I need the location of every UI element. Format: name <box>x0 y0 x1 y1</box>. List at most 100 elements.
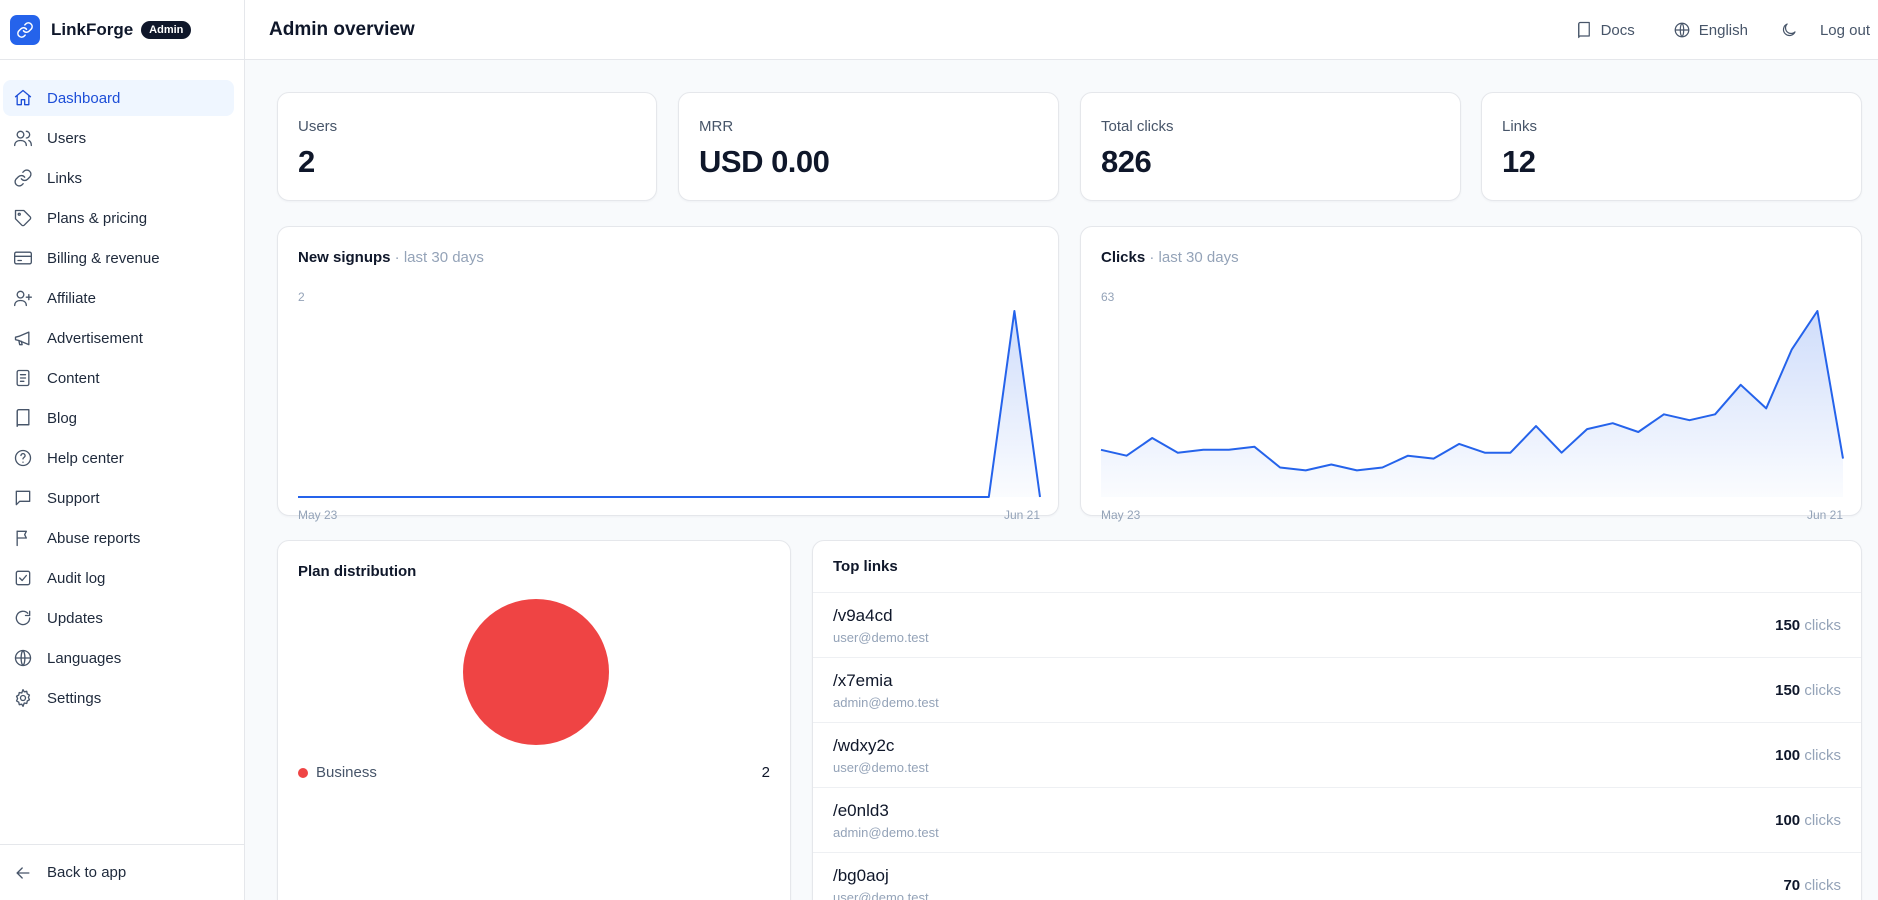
sidebar-item-help-center[interactable]: Help center <box>3 440 234 476</box>
sidebar-item-users[interactable]: Users <box>3 120 234 156</box>
click-count: 100 <box>1775 747 1801 764</box>
y-max-label: 2 <box>298 290 305 304</box>
link-logo-icon <box>10 14 40 45</box>
stat-label: Total clicks <box>1101 118 1174 135</box>
sidebar-item-languages[interactable]: Languages <box>3 640 234 676</box>
sidebar-item-dashboard[interactable]: Dashboard <box>3 80 234 116</box>
gear-icon <box>15 689 31 707</box>
link-slug: /bg0aoj <box>833 866 889 885</box>
sidebar-item-audit-log[interactable]: Audit log <box>3 560 234 596</box>
table-row[interactable]: /wdxy2c user@demo.test 100 clicks <box>813 723 1861 788</box>
back-to-app-link[interactable]: Back to app <box>0 844 244 900</box>
plan-distribution-card: Plan distribution Business 2 <box>277 540 791 900</box>
signups-chart-card: New signups · last 30 days 2 May 23 Jun … <box>277 226 1059 522</box>
brand[interactable]: LinkForge Admin <box>0 0 244 60</box>
check-square-icon <box>15 570 31 586</box>
megaphone-icon <box>14 331 30 346</box>
document-icon <box>16 369 30 387</box>
sidebar-item-content[interactable]: Content <box>3 360 234 396</box>
legend-dot <box>298 767 308 778</box>
sidebar-item-label: Dashboard <box>47 89 121 107</box>
section-title: Plan distribution <box>298 563 417 580</box>
link-owner: user@demo.test <box>833 630 929 645</box>
table-row[interactable]: /e0nld3 admin@demo.test 100 clicks <box>813 788 1861 853</box>
click-unit: clicks <box>1800 877 1841 894</box>
theme-toggle-button[interactable] <box>1780 21 1798 39</box>
sidebar-item-label: Audit log <box>47 569 106 587</box>
docs-label: Docs <box>1600 21 1635 39</box>
legend-value: 2 <box>761 764 770 781</box>
credit-card-icon <box>14 251 32 265</box>
link-slug: /wdxy2c <box>833 736 895 755</box>
flag-icon <box>16 530 28 547</box>
clicks-area <box>1101 311 1843 497</box>
tag-icon <box>14 209 32 227</box>
sidebar-item-updates[interactable]: Updates <box>3 600 234 636</box>
user-plus-icon <box>14 290 32 307</box>
chart-title: New signups · last 30 days <box>298 249 484 266</box>
sidebar-item-label: Billing & revenue <box>47 249 160 267</box>
sidebar-item-label: Plans & pricing <box>47 209 148 227</box>
admin-badge: Admin <box>141 20 192 39</box>
sidebar-item-blog[interactable]: Blog <box>3 400 234 436</box>
sidebar-item-label: Settings <box>47 689 102 707</box>
chart-title: Clicks · last 30 days <box>1101 249 1239 266</box>
section-title: Top links <box>833 558 898 575</box>
click-unit: clicks <box>1800 617 1841 634</box>
stat-label: Links <box>1502 118 1538 135</box>
refresh-icon <box>15 610 31 626</box>
click-unit: clicks <box>1800 682 1841 699</box>
sidebar-item-plans[interactable]: Plans & pricing <box>3 200 234 236</box>
legend-label: Business <box>316 764 377 781</box>
chart-title-text: New signups <box>298 249 391 266</box>
link-owner: user@demo.test <box>833 760 929 775</box>
click-count: 150 <box>1775 617 1801 634</box>
sidebar-item-label: Help center <box>47 449 124 467</box>
x-end-label: Jun 21 <box>1004 508 1040 522</box>
stat-card-users: Users 2 <box>277 92 657 201</box>
globe-icon <box>1674 22 1690 38</box>
signups-line <box>298 310 1041 498</box>
top-links-header: Top links <box>813 541 1861 593</box>
link-clicks: 70 clicks <box>1783 877 1841 894</box>
sidebar-item-label: Languages <box>47 649 122 667</box>
y-max-label: 63 <box>1101 290 1115 304</box>
chart-title-text: Clicks <box>1101 249 1146 266</box>
page-title: Admin overview <box>269 18 415 40</box>
stat-value: USD 0.00 <box>699 144 830 179</box>
language-selector[interactable]: English <box>1673 21 1748 39</box>
stat-card-links: Links 12 <box>1481 92 1862 201</box>
logout-button[interactable]: Log out <box>1820 22 1870 39</box>
table-row[interactable]: /v9a4cd user@demo.test 150 clicks <box>813 593 1861 658</box>
pie-slice-business <box>463 599 609 745</box>
sidebar-item-billing[interactable]: Billing & revenue <box>3 240 234 276</box>
docs-link[interactable]: Docs <box>1575 21 1635 39</box>
stat-value: 826 <box>1101 144 1152 179</box>
sidebar-item-label: Advertisement <box>47 329 143 347</box>
sidebar-item-label: Blog <box>47 409 78 427</box>
clicks-area-chart: 63 May 23 Jun 21 <box>1100 290 1844 522</box>
sidebar-item-links[interactable]: Links <box>3 160 234 196</box>
table-row[interactable]: /x7emia admin@demo.test 150 clicks <box>813 658 1861 723</box>
click-unit: clicks <box>1800 747 1841 764</box>
table-row[interactable]: /bg0aoj user@demo.test 70 clicks <box>813 853 1861 900</box>
sidebar: LinkForge Admin Dashboard Users Links Pl… <box>0 0 245 900</box>
x-start-label: May 23 <box>1101 508 1141 522</box>
link-slug: /v9a4cd <box>833 606 893 625</box>
plan-pie-chart <box>463 599 609 745</box>
globe-icon <box>14 649 32 667</box>
sidebar-item-abuse-reports[interactable]: Abuse reports <box>3 520 234 556</box>
sidebar-item-affiliate[interactable]: Affiliate <box>3 280 234 316</box>
home-icon <box>14 89 32 106</box>
moon-icon <box>1782 23 1796 37</box>
sidebar-item-advertisement[interactable]: Advertisement <box>3 320 234 356</box>
sidebar-item-label: Links <box>47 169 83 187</box>
sidebar-item-support[interactable]: Support <box>3 480 234 516</box>
legend-item-business: Business 2 <box>298 764 770 781</box>
book-icon <box>1577 21 1590 39</box>
logout-label: Log out <box>1819 21 1870 39</box>
sidebar-nav: Dashboard Users Links Plans & pricing Bi… <box>0 60 244 716</box>
click-count: 100 <box>1775 812 1801 829</box>
link-clicks: 100 clicks <box>1775 812 1841 829</box>
sidebar-item-settings[interactable]: Settings <box>3 680 234 716</box>
